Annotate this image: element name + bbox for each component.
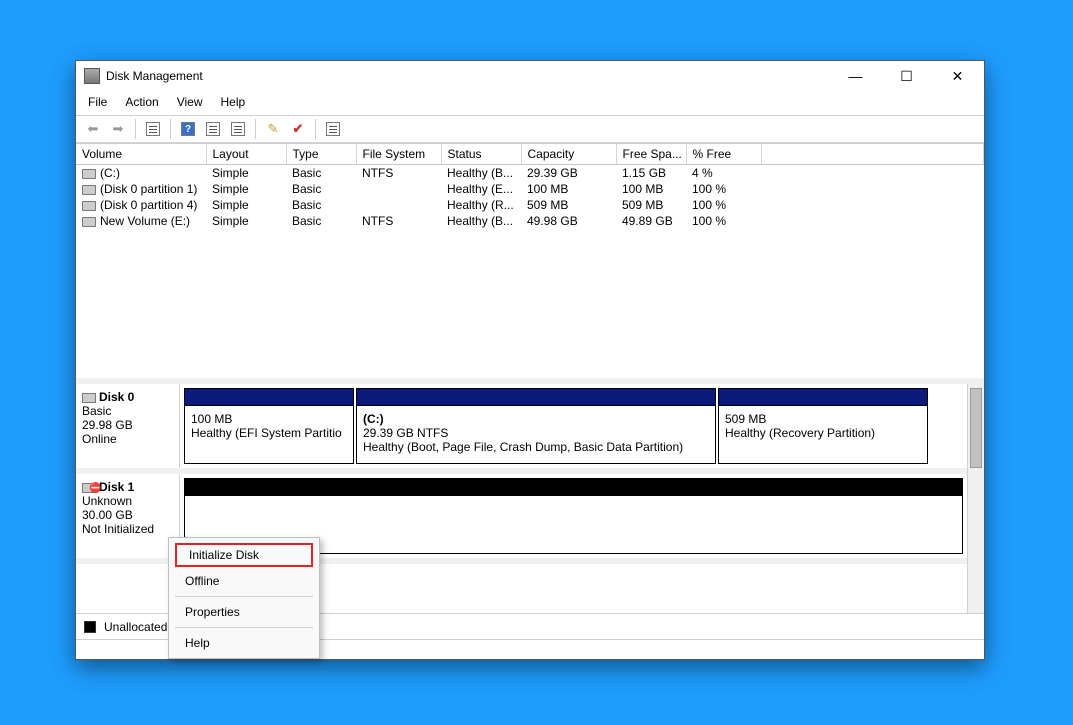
unallocated-swatch bbox=[84, 621, 96, 633]
menubar: File Action View Help bbox=[76, 91, 984, 115]
scrollbar-thumb[interactable] bbox=[970, 388, 982, 468]
disk-info[interactable]: Disk 0Basic29.98 GBOnline bbox=[76, 384, 180, 468]
context-menu-item[interactable]: Initialize Disk bbox=[175, 543, 313, 567]
minimize-button[interactable]: — bbox=[833, 62, 878, 90]
partition[interactable]: 100 MBHealthy (EFI System Partitio bbox=[184, 388, 354, 464]
volume-list-pane: Volume Layout Type File System Status Ca… bbox=[76, 144, 984, 384]
partition[interactable]: (C:)29.39 GB NTFSHealthy (Boot, Page Fil… bbox=[356, 388, 716, 464]
menu-file[interactable]: File bbox=[86, 93, 109, 111]
table-header-row[interactable]: Volume Layout Type File System Status Ca… bbox=[76, 144, 984, 165]
context-menu[interactable]: Initialize DiskOffline Properties Help bbox=[168, 537, 320, 659]
col-freespace[interactable]: Free Spa... bbox=[616, 144, 686, 165]
menu-help[interactable]: Help bbox=[219, 93, 248, 111]
titlebar[interactable]: Disk Management — ☐ ✕ bbox=[76, 61, 984, 91]
disk-info[interactable]: Disk 1Unknown30.00 GBNot Initialized bbox=[76, 474, 180, 558]
context-menu-item[interactable]: Properties bbox=[171, 600, 317, 624]
partition-stripe bbox=[357, 389, 715, 405]
maximize-button[interactable]: ☐ bbox=[884, 62, 929, 90]
refresh-button[interactable]: ✎ bbox=[262, 118, 284, 140]
partition-stripe bbox=[719, 389, 927, 405]
disk-icon bbox=[82, 393, 96, 403]
volume-table[interactable]: Volume Layout Type File System Status Ca… bbox=[76, 144, 984, 229]
disk-icon bbox=[82, 483, 96, 493]
menu-action[interactable]: Action bbox=[123, 93, 160, 111]
drive-icon bbox=[82, 217, 96, 227]
col-capacity[interactable]: Capacity bbox=[521, 144, 616, 165]
window-title: Disk Management bbox=[106, 69, 203, 83]
extra-button[interactable] bbox=[322, 118, 344, 140]
validate-button[interactable]: ✔ bbox=[287, 118, 309, 140]
col-pctfree[interactable]: % Free bbox=[686, 144, 761, 165]
table-row[interactable]: New Volume (E:)SimpleBasicNTFSHealthy (B… bbox=[76, 213, 984, 229]
col-status[interactable]: Status bbox=[441, 144, 521, 165]
toolbar: ⬅ ➡ ? ✎ ✔ bbox=[76, 115, 984, 143]
forward-button[interactable]: ➡ bbox=[107, 118, 129, 140]
drive-icon bbox=[82, 201, 96, 211]
disk-row[interactable]: Disk 0Basic29.98 GBOnline100 MBHealthy (… bbox=[76, 384, 967, 474]
table-row[interactable]: (Disk 0 partition 1)SimpleBasicHealthy (… bbox=[76, 181, 984, 197]
app-icon bbox=[84, 68, 100, 84]
table-row[interactable]: (Disk 0 partition 4)SimpleBasicHealthy (… bbox=[76, 197, 984, 213]
context-menu-item[interactable]: Help bbox=[171, 631, 317, 655]
menu-view[interactable]: View bbox=[175, 93, 205, 111]
col-layout[interactable]: Layout bbox=[206, 144, 286, 165]
partition[interactable]: 509 MBHealthy (Recovery Partition) bbox=[718, 388, 928, 464]
drive-icon bbox=[82, 169, 96, 179]
table-row[interactable]: (C:)SimpleBasicNTFSHealthy (B...29.39 GB… bbox=[76, 165, 984, 182]
context-menu-item[interactable]: Offline bbox=[171, 569, 317, 593]
partition-stripe bbox=[185, 479, 962, 495]
col-type[interactable]: Type bbox=[286, 144, 356, 165]
legend-unallocated: Unallocated bbox=[104, 620, 167, 634]
col-volume[interactable]: Volume bbox=[76, 144, 206, 165]
menu-separator bbox=[175, 596, 313, 597]
vertical-scrollbar[interactable] bbox=[967, 384, 984, 613]
list-view-button[interactable] bbox=[227, 118, 249, 140]
partition-stripe bbox=[185, 389, 353, 405]
settings-button[interactable] bbox=[202, 118, 224, 140]
help-button[interactable]: ? bbox=[177, 118, 199, 140]
close-button[interactable]: ✕ bbox=[935, 62, 980, 90]
drive-icon bbox=[82, 185, 96, 195]
show-hide-pane-button[interactable] bbox=[142, 118, 164, 140]
back-button[interactable]: ⬅ bbox=[82, 118, 104, 140]
menu-separator bbox=[175, 627, 313, 628]
col-filesystem[interactable]: File System bbox=[356, 144, 441, 165]
